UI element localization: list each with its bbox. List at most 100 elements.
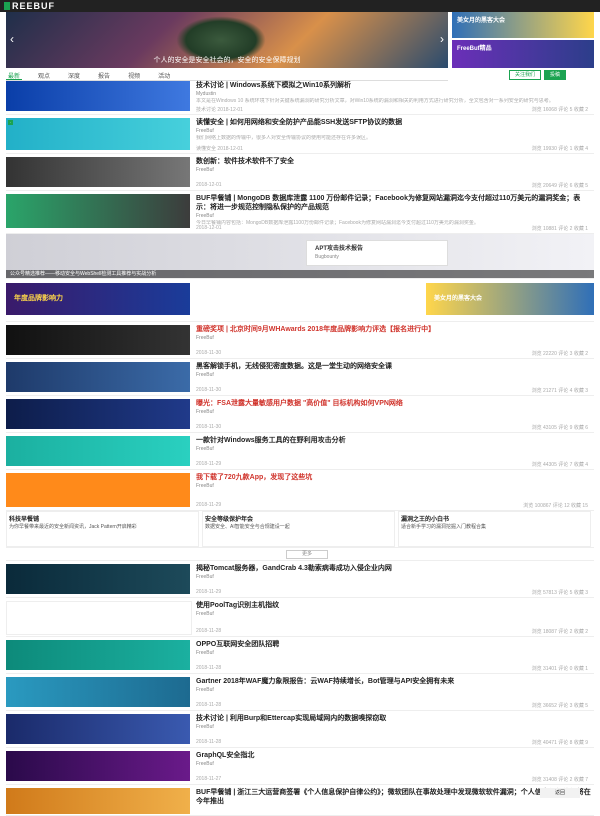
- back-to-top-button[interactable]: 返回: [540, 788, 580, 798]
- list-item[interactable]: 黑客解锁手机，无线侵犯密度数据。这是一堂生动的网络安全课 FreeBuf 201…: [6, 359, 594, 396]
- list-item[interactable]: Gartner 2018年WAF魔力象限报告：云WAF持续增长，Bot管理与AP…: [6, 674, 594, 711]
- article-thumbnail[interactable]: [6, 640, 190, 670]
- article-meta: 2018-12-01: [196, 225, 222, 231]
- column-title[interactable]: 漏洞之王的小白书: [401, 514, 588, 523]
- article-author[interactable]: FreeBuf: [196, 335, 594, 341]
- column-title[interactable]: 安全等级保护年会: [205, 514, 392, 523]
- article-author[interactable]: FreeBuf: [196, 761, 594, 767]
- more-button[interactable]: 更多: [286, 550, 328, 559]
- article-author[interactable]: FreeBuf: [196, 128, 594, 134]
- article-thumbnail[interactable]: [6, 157, 190, 187]
- article-thumbnail[interactable]: ·: [6, 118, 190, 150]
- column-card[interactable]: 科技早餐铺 为你早餐带来最近的安全新闻资讯，Jack Pattern开启精彩: [6, 511, 199, 547]
- ad-banner-left[interactable]: 年度品牌影响力: [6, 283, 190, 315]
- column-title[interactable]: 科技早餐铺: [9, 514, 196, 523]
- article-title[interactable]: Gartner 2018年WAF魔力象限报告：云WAF持续增长，Bot管理与AP…: [196, 677, 594, 686]
- article-author[interactable]: FreeBuf: [196, 409, 594, 415]
- article-author[interactable]: FreeBuf: [196, 650, 594, 656]
- article-stats: 浏览 20649 评论 6 收藏 5: [532, 182, 588, 189]
- article-title[interactable]: 曝光：FSA泄露大量敏感用户数据 "高价值" 目标机构如何VPN网络: [196, 399, 594, 408]
- featured-columns: 科技早餐铺 为你早餐带来最近的安全新闻资讯，Jack Pattern开启精彩 安…: [6, 511, 594, 548]
- article-author[interactable]: FreeBuf: [196, 446, 594, 452]
- article-meta: 技术讨论 2018-12-01: [196, 107, 243, 113]
- side-banner-1[interactable]: 美女月的黑客大会: [452, 12, 594, 38]
- ad-left-text: 年度品牌影响力: [6, 283, 190, 313]
- article-title[interactable]: 技术讨论 | 利用Burp和Ettercap实现局域网内的数据嗅探窃取: [196, 714, 594, 723]
- ad-banner-right[interactable]: 美女月的黑客大会: [426, 283, 594, 315]
- article-title[interactable]: 技术讨论 | Windows系统下模拟之Win10系列解析: [196, 81, 594, 90]
- article-meta: 2018-11-29: [196, 461, 221, 467]
- list-item[interactable]: 我下载了720九款App，发现了这些坑 FreeBuf 2018-11-29浏览…: [6, 470, 594, 511]
- article-thumbnail[interactable]: [6, 601, 192, 635]
- article-title[interactable]: BUF早餐铺 | MongoDB 数据库泄露 1100 万份邮件记录；Faceb…: [196, 194, 594, 212]
- article-title[interactable]: OPPO互联网安全团队招聘: [196, 640, 594, 649]
- list-item[interactable]: GraphQL安全指北 FreeBuf 2018-11-27浏览 31408 评…: [6, 748, 594, 785]
- site-logo[interactable]: REEBUF: [12, 1, 55, 11]
- article-author[interactable]: FreeBuf: [196, 213, 594, 219]
- list-item[interactable]: 技术讨论 | Windows系统下模拟之Win10系列解析 Mydustin 本…: [6, 78, 594, 115]
- list-item[interactable]: 一款针对Windows服务工具的在野利用攻击分析 FreeBuf 2018-11…: [6, 433, 594, 470]
- column-card[interactable]: 安全等级保护年会 数据安全、AI智能安全与合规建设一起: [202, 511, 395, 547]
- article-author[interactable]: FreeBuf: [196, 574, 594, 580]
- prev-arrow-icon[interactable]: ‹: [10, 32, 14, 46]
- article-author[interactable]: Mydustin: [196, 91, 594, 97]
- article-thumbnail[interactable]: [6, 81, 190, 111]
- article-thumbnail[interactable]: [6, 564, 190, 594]
- next-arrow-icon[interactable]: ›: [440, 32, 444, 46]
- list-item[interactable]: 技术讨论 | 利用Burp和Ettercap实现局域网内的数据嗅探窃取 Free…: [6, 711, 594, 748]
- article-title[interactable]: 数创新：软件技术软件不了安全: [196, 157, 594, 166]
- list-item[interactable]: · 读懂安全 | 如何用网络和安全防护产品能SSH发送SFTP协议的数据 Fre…: [6, 115, 594, 154]
- article-title[interactable]: 一款针对Windows服务工具的在野利用攻击分析: [196, 436, 594, 445]
- ad-right-text: 美女月的黑客大会: [426, 283, 594, 312]
- list-item[interactable]: 使用PoolTag识别主机指纹 FreeBuf 2018-11-28浏览 180…: [6, 598, 594, 637]
- article-thumbnail[interactable]: [6, 325, 190, 355]
- article-title[interactable]: 重磅奖项 | 北京时间9月WHAwards 2018年度品牌影响力评选【报名进行…: [196, 325, 594, 334]
- list-item[interactable]: 揭秘Tomcat服务器，GandCrab 4.3勒索病毒成功入侵企业内网 Fre…: [6, 561, 594, 598]
- list-item[interactable]: OPPO互联网安全团队招聘 FreeBuf 2018-11-28浏览 31401…: [6, 637, 594, 674]
- article-thumbnail[interactable]: [6, 194, 190, 228]
- article-title[interactable]: BUF早餐铺 | 浙江三大运营商签署《个人信息保护自律公约》；微软团队在事故处理…: [196, 788, 594, 806]
- article-stats: 浏览 22220 评论 3 收藏 2: [532, 350, 588, 357]
- article-thumbnail[interactable]: [6, 714, 190, 744]
- article-stats: 浏览 57813 评论 5 收藏 3: [532, 589, 588, 596]
- article-title[interactable]: 读懂安全 | 如何用网络和安全防护产品能SSH发送SFTP协议的数据: [196, 118, 594, 127]
- promo-caption: 公众号精选推荐——移动安全与WebShell检测工具推荐与实战分析: [6, 270, 594, 278]
- article-stats: 浏览 40471 评论 8 收藏 9: [532, 739, 588, 746]
- side-banner-2[interactable]: FreeBuf精品: [452, 40, 594, 68]
- promo-banner[interactable]: APT攻击技术报告 Bugbounty 公众号精选推荐——移动安全与WebShe…: [6, 234, 594, 279]
- article-author[interactable]: FreeBuf: [196, 372, 594, 378]
- article-author[interactable]: FreeBuf: [196, 167, 594, 173]
- article-thumbnail[interactable]: [6, 677, 190, 707]
- column-text: 为你早餐带来最近的安全新闻资讯，Jack Pattern开启精彩: [9, 523, 196, 530]
- side-banner-1-text: 美女月的黑客大会: [452, 12, 594, 27]
- promo-overlay-title: APT攻击技术报告: [307, 241, 447, 254]
- article-thumbnail[interactable]: [6, 362, 190, 392]
- hero-carousel[interactable]: ‹ › 个人的安全是安全社会的，安全的安全保障规划: [6, 12, 448, 68]
- article-title[interactable]: 黑客解锁手机，无线侵犯密度数据。这是一堂生动的网络安全课: [196, 362, 594, 371]
- article-thumbnail[interactable]: [6, 473, 190, 507]
- article-thumbnail[interactable]: [6, 751, 190, 781]
- article-author[interactable]: FreeBuf: [196, 724, 594, 730]
- column-text: 数据安全、AI智能安全与合规建设一起: [205, 523, 392, 530]
- list-item[interactable]: 数创新：软件技术软件不了安全 FreeBuf 2018-12-01 浏览 2064…: [6, 154, 594, 191]
- list-item[interactable]: BUF早餐铺 | MongoDB 数据库泄露 1100 万份邮件记录；Faceb…: [6, 191, 594, 234]
- article-author[interactable]: FreeBuf: [196, 611, 594, 617]
- article-meta: 2018-12-01: [196, 182, 222, 188]
- article-thumbnail[interactable]: [6, 399, 190, 429]
- article-title[interactable]: 使用PoolTag识别主机指纹: [196, 601, 594, 610]
- list-item[interactable]: 重磅奖项 | 北京时间9月WHAwards 2018年度品牌影响力评选【报名进行…: [6, 322, 594, 359]
- article-stats: 浏览 21271 评论 4 收藏 3: [532, 387, 588, 394]
- article-author[interactable]: FreeBuf: [196, 483, 594, 489]
- article-meta: 2018-11-29: [196, 589, 221, 595]
- list-item[interactable]: BUF早餐铺 | 浙江三大运营商签署《个人信息保护自律公约》；微软团队在事故处理…: [6, 785, 594, 816]
- article-title[interactable]: GraphQL安全指北: [196, 751, 594, 760]
- column-card[interactable]: 漏洞之王的小白书 适合新手学习的漏洞挖掘入门教程合集: [398, 511, 591, 547]
- article-thumbnail[interactable]: [6, 436, 190, 466]
- article-meta: 2018-11-30: [196, 350, 221, 356]
- article-author[interactable]: FreeBuf: [196, 687, 594, 693]
- article-title[interactable]: 揭秘Tomcat服务器，GandCrab 4.3勒索病毒成功入侵企业内网: [196, 564, 594, 573]
- article-stats: 浏览 100867 评论 12 收藏 15: [523, 502, 588, 509]
- list-item[interactable]: 曝光：FSA泄露大量敏感用户数据 "高价值" 目标机构如何VPN网络 FreeB…: [6, 396, 594, 433]
- article-title[interactable]: 我下载了720九款App，发现了这些坑: [196, 473, 594, 482]
- article-thumbnail[interactable]: [6, 788, 190, 814]
